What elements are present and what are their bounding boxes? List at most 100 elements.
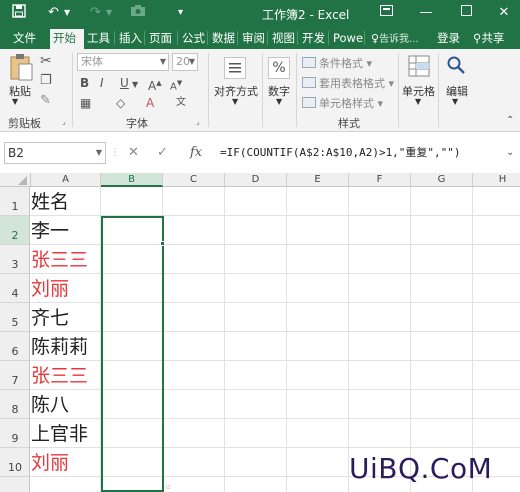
cell-styles-button[interactable]: 单元格样式 ▾: [302, 95, 383, 111]
underline-button[interactable]: U: [120, 75, 129, 91]
row-header-5[interactable]: 5: [0, 303, 30, 332]
tab-power[interactable]: Powe: [330, 27, 364, 49]
row-header-10[interactable]: 10: [0, 448, 30, 477]
copy-icon[interactable]: ❐: [40, 73, 52, 88]
editing-dropdown-icon[interactable]: ▼: [452, 97, 458, 106]
font-name-combo[interactable]: 宋体 ▼: [77, 53, 169, 71]
name-box[interactable]: B2 ▼: [4, 142, 106, 164]
row-header-1[interactable]: 1: [0, 187, 30, 216]
cancel-button[interactable]: ✕: [128, 142, 139, 164]
row-number: 3: [11, 258, 19, 271]
row-header-9[interactable]: 9: [0, 419, 30, 448]
camera-icon[interactable]: [130, 4, 146, 23]
cell-a9[interactable]: 上官非: [31, 421, 101, 448]
italic-button[interactable]: I: [100, 75, 104, 91]
redo-icon[interactable]: ↷: [90, 4, 101, 22]
column-header-h[interactable]: H: [473, 173, 520, 187]
phonetic-icon[interactable]: 文: [176, 95, 186, 111]
tab-home[interactable]: 开始: [50, 27, 84, 49]
percent-icon[interactable]: %: [268, 57, 290, 79]
shrink-font-button[interactable]: A▼: [170, 75, 182, 95]
cell-a5[interactable]: 齐七: [31, 305, 101, 332]
format-as-table-button[interactable]: 套用表格格式 ▾: [302, 75, 394, 91]
column-header-d[interactable]: D: [225, 173, 287, 187]
tab-developer[interactable]: 开发: [299, 27, 328, 49]
paste-icon[interactable]: [8, 53, 34, 86]
font-launcher-icon[interactable]: ⌟: [196, 117, 200, 126]
format-painter-icon[interactable]: ✎: [40, 93, 51, 108]
grow-font-button[interactable]: A▲: [148, 75, 162, 94]
column-header-b[interactable]: B: [101, 173, 163, 187]
column-header-e[interactable]: E: [287, 173, 349, 187]
cut-icon[interactable]: ✂: [40, 53, 52, 69]
login-link[interactable]: 登录: [434, 27, 464, 49]
insert-function-button[interactable]: fx: [190, 142, 202, 164]
tab-data[interactable]: 数据: [209, 27, 237, 49]
autofill-options-icon[interactable]: ▫: [166, 483, 171, 491]
font-color-icon[interactable]: A: [146, 95, 154, 111]
fill-handle[interactable]: [160, 241, 165, 246]
row-header-2[interactable]: 2: [0, 216, 30, 245]
alignment-dropdown-icon[interactable]: ▼: [232, 97, 238, 106]
row-header-11[interactable]: 11: [0, 477, 30, 492]
tab-page-layout[interactable]: 页面: [146, 27, 177, 49]
fill-color-icon[interactable]: ◇: [116, 95, 125, 111]
conditional-format-button[interactable]: 条件格式 ▾: [302, 55, 372, 71]
minimize-icon[interactable]: —: [416, 4, 436, 22]
undo-dropdown-icon[interactable]: ▼: [64, 4, 70, 22]
cell-a8[interactable]: 陈八: [31, 392, 101, 419]
search-icon[interactable]: [446, 55, 466, 78]
close-icon[interactable]: ✕: [494, 4, 514, 22]
alignment-icon[interactable]: [224, 57, 246, 82]
collapse-ribbon-icon[interactable]: ⌃: [506, 115, 514, 126]
redo-dropdown-icon[interactable]: ▼: [106, 4, 112, 22]
cell-a2[interactable]: 李一: [31, 218, 101, 245]
save-icon[interactable]: [12, 4, 26, 24]
row-header-3[interactable]: 3: [0, 245, 30, 274]
tab-formulas[interactable]: 公式: [179, 27, 207, 49]
formula-input[interactable]: =IF(COUNTIF(A$2:A$10,A2)>1,"重复",""): [220, 142, 516, 164]
customize-icon[interactable]: ▾: [178, 4, 183, 22]
column-header-g[interactable]: G: [411, 173, 473, 187]
maximize-icon[interactable]: [456, 4, 476, 22]
select-all-corner[interactable]: [0, 173, 31, 187]
share-button[interactable]: ⚲共享: [470, 27, 516, 49]
clipboard-group-label: 剪贴板: [8, 117, 41, 130]
row-number: 1: [11, 200, 19, 213]
tell-me-box[interactable]: ♀告诉我...: [368, 27, 430, 49]
cell-a10[interactable]: 刘丽: [31, 450, 101, 477]
cell-a1[interactable]: 姓名: [31, 189, 101, 216]
row-header-7[interactable]: 7: [0, 361, 30, 390]
ribbon-display-icon[interactable]: [376, 4, 396, 22]
font-size-combo[interactable]: 20 ▼: [172, 53, 198, 71]
paste-dropdown-icon[interactable]: ▼: [12, 97, 18, 106]
tab-tools[interactable]: 工具: [84, 27, 114, 49]
column-header-f[interactable]: F: [349, 173, 411, 187]
tab-review[interactable]: 审阅: [239, 27, 267, 49]
row-header-6[interactable]: 6: [0, 332, 30, 361]
underline-dropdown-icon[interactable]: ▼: [132, 77, 138, 93]
row-header-4[interactable]: 4: [0, 274, 30, 303]
cell-a6[interactable]: 陈莉莉: [31, 334, 101, 361]
drag-handle-icon[interactable]: ⋮: [110, 142, 120, 164]
cells-dropdown-icon[interactable]: ▼: [415, 97, 421, 106]
clipboard-launcher-icon[interactable]: ⌟: [62, 117, 66, 126]
tab-insert[interactable]: 插入: [116, 27, 144, 49]
row-header-8[interactable]: 8: [0, 390, 30, 419]
expand-formula-icon[interactable]: ⌄: [506, 142, 514, 164]
number-dropdown-icon[interactable]: ▼: [276, 97, 282, 106]
undo-icon[interactable]: ↶: [48, 4, 59, 22]
cell-a4[interactable]: 刘丽: [31, 276, 101, 303]
bold-button[interactable]: B: [80, 75, 89, 91]
tab-view[interactable]: 视图: [269, 27, 297, 49]
cells-icon[interactable]: [408, 55, 430, 80]
border-icon[interactable]: ▦: [80, 95, 91, 111]
cell-a3[interactable]: 张三三: [31, 247, 101, 274]
cell-a7[interactable]: 张三三: [31, 363, 101, 390]
chevron-down-icon: ▼: [159, 57, 166, 66]
confirm-button[interactable]: ✓: [157, 142, 168, 164]
worksheet-grid[interactable]: ABCDEFGH 1234567891011 姓名李一张三三刘丽齐七陈莉莉张三三…: [0, 173, 520, 492]
tab-file[interactable]: 文件: [10, 27, 42, 49]
column-header-c[interactable]: C: [163, 173, 225, 187]
column-header-a[interactable]: A: [31, 173, 101, 187]
